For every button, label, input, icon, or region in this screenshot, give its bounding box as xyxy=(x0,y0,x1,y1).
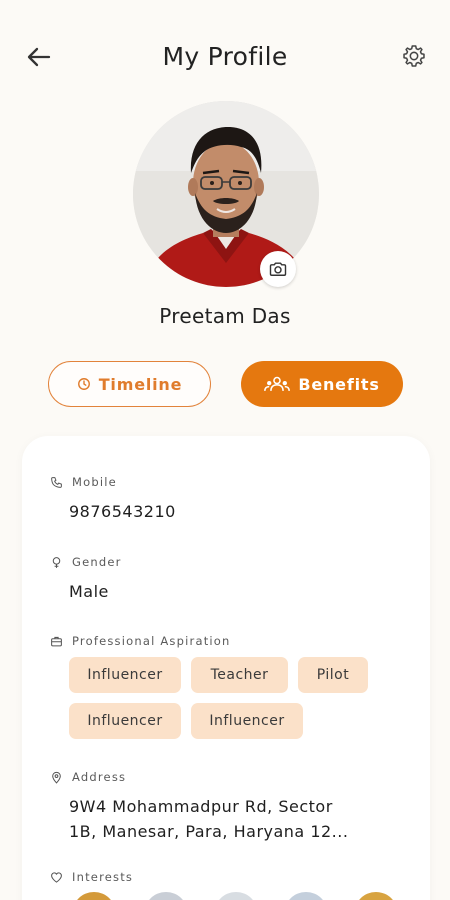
header: My Profile xyxy=(0,0,450,110)
interests-label-row: Interests xyxy=(50,870,133,884)
timeline-label: Timeline xyxy=(98,374,183,394)
change-photo-button[interactable] xyxy=(260,251,296,287)
address-label-row: Address xyxy=(50,770,126,784)
benefits-button[interactable]: Benefits xyxy=(241,361,403,407)
gender-value: Male xyxy=(69,582,109,601)
camera-icon xyxy=(269,262,287,276)
page-title: My Profile xyxy=(162,42,288,71)
aspiration-label-row: Professional Aspiration xyxy=(50,634,231,648)
interest-item[interactable] xyxy=(214,892,258,900)
interest-item[interactable] xyxy=(354,892,398,900)
aspiration-chip: Pilot xyxy=(298,657,368,693)
heart-icon xyxy=(51,871,62,883)
aspiration-chip: Influencer xyxy=(69,657,181,693)
address-line-1: 9W4 Mohammadpur Rd, Sector xyxy=(69,797,333,816)
interests-label: Interests xyxy=(72,870,134,884)
mobile-label-row: Mobile xyxy=(50,475,117,489)
profile-details-card: Mobile 9876543210 Gender Male Profession… xyxy=(22,436,430,900)
avatar-container xyxy=(133,101,319,287)
benefits-label: Benefits xyxy=(298,374,380,394)
gender-label-row: Gender xyxy=(50,555,122,569)
address-line-2: 1B, Manesar, Para, Haryana 12... xyxy=(69,822,349,841)
interest-item[interactable] xyxy=(284,892,328,900)
interest-item[interactable] xyxy=(72,892,116,900)
profile-name: Preetam Das xyxy=(159,304,291,328)
settings-button[interactable] xyxy=(398,40,430,72)
phone-icon xyxy=(51,476,62,488)
aspiration-chip: Influencer xyxy=(69,703,181,739)
aspiration-label: Professional Aspiration xyxy=(72,634,231,648)
interest-item[interactable] xyxy=(144,892,188,900)
gender-icon xyxy=(52,556,61,568)
gear-icon xyxy=(403,45,425,67)
clock-icon xyxy=(77,378,90,390)
briefcase-icon xyxy=(51,636,62,646)
mobile-value: 9876543210 xyxy=(69,502,176,521)
timeline-button[interactable]: Timeline xyxy=(48,361,211,407)
aspiration-chip: Influencer xyxy=(191,703,303,739)
address-label: Address xyxy=(72,770,127,784)
gender-label: Gender xyxy=(72,555,122,569)
group-icon xyxy=(264,376,291,391)
address-value: 9W4 Mohammadpur Rd, Sector 1B, Manesar, … xyxy=(69,794,389,844)
mobile-label: Mobile xyxy=(72,475,117,489)
location-pin-icon xyxy=(52,771,61,784)
aspiration-chip: Teacher xyxy=(191,657,288,693)
